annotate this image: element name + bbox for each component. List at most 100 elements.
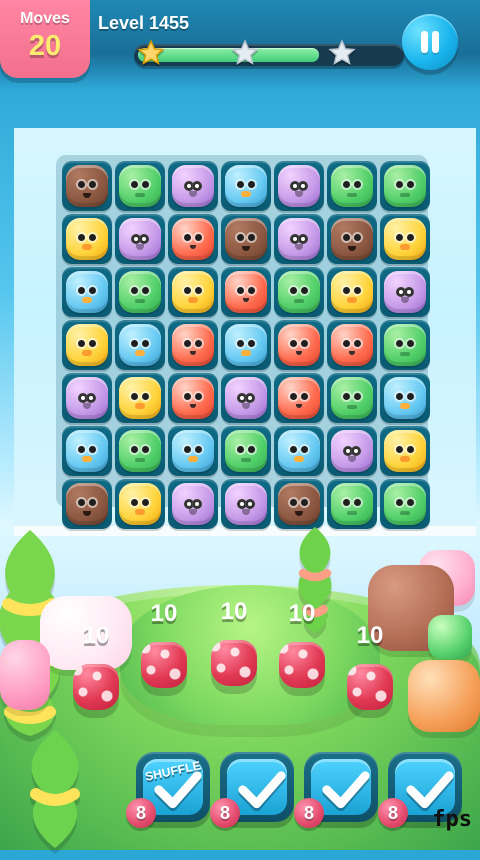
pause-button[interactable]: [402, 14, 458, 70]
goal-icon: [347, 664, 393, 710]
piece-mouth: [189, 509, 197, 515]
piece-mouth: [347, 511, 357, 515]
goal-item: 10: [276, 600, 328, 688]
piece-face: [172, 165, 214, 207]
board-cell[interactable]: [221, 214, 271, 264]
piece-face: [331, 165, 373, 207]
booster-shuffle-button[interactable]: SHUFFLE 8: [126, 752, 210, 828]
board-cell[interactable]: [221, 267, 271, 317]
board-cell[interactable]: [221, 479, 271, 529]
piece-face: [225, 483, 267, 525]
piece-face: [172, 377, 214, 419]
bird-piece-icon: [384, 377, 426, 419]
piece-eyes: [235, 446, 257, 456]
board-cell[interactable]: [62, 373, 112, 423]
board-cell[interactable]: [115, 373, 165, 423]
board-cell[interactable]: [168, 373, 218, 423]
board-cell[interactable]: [221, 320, 271, 370]
board-cell[interactable]: [380, 479, 430, 529]
board-cell[interactable]: [168, 320, 218, 370]
piece-mouth: [400, 511, 410, 515]
piece-eyes: [182, 446, 204, 456]
board-cell[interactable]: [380, 214, 430, 264]
goal-count: 10: [288, 600, 316, 627]
board-cell[interactable]: [115, 161, 165, 211]
goal-item: 10: [344, 622, 396, 710]
board-cell[interactable]: [115, 214, 165, 264]
piece-mouth: [135, 299, 145, 303]
piece-face: [384, 377, 426, 419]
board-cell[interactable]: [62, 320, 112, 370]
goal-item: 10: [208, 598, 260, 686]
board-cell[interactable]: [115, 320, 165, 370]
board-cell[interactable]: [380, 320, 430, 370]
board-cell[interactable]: [327, 320, 377, 370]
board-cell[interactable]: [327, 214, 377, 264]
owl-piece-icon: [119, 218, 161, 260]
bear-piece-icon: [278, 483, 320, 525]
frog-piece-icon: [119, 430, 161, 472]
board-cell[interactable]: [274, 214, 324, 264]
piece-eyes: [76, 181, 98, 191]
piece-face: [278, 483, 320, 525]
board-cell[interactable]: [221, 161, 271, 211]
piece-eyes: [341, 181, 363, 191]
board-cell[interactable]: [168, 426, 218, 476]
piece-eyes: [129, 446, 151, 456]
piece-face: [331, 271, 373, 313]
board-cell[interactable]: [380, 161, 430, 211]
board-cell[interactable]: [115, 426, 165, 476]
board-cell[interactable]: [274, 267, 324, 317]
owl-piece-icon: [278, 165, 320, 207]
owl-piece-icon: [225, 483, 267, 525]
board-cell[interactable]: [168, 161, 218, 211]
board-cell[interactable]: [327, 161, 377, 211]
piece-face: [225, 271, 267, 313]
piece-face: [119, 271, 161, 313]
board-cell[interactable]: [168, 479, 218, 529]
board-cell[interactable]: [380, 267, 430, 317]
piece-mouth: [347, 193, 357, 197]
board-cell[interactable]: [327, 426, 377, 476]
board-cell[interactable]: [274, 320, 324, 370]
booster-button[interactable]: 8: [294, 752, 378, 828]
board-cell[interactable]: [380, 426, 430, 476]
chick-piece-icon: [172, 271, 214, 313]
board-cell[interactable]: [168, 214, 218, 264]
board-cell[interactable]: [62, 267, 112, 317]
top-hud: Moves 20 Level 1455: [0, 0, 480, 90]
board-cell[interactable]: [115, 267, 165, 317]
board-cell[interactable]: [327, 373, 377, 423]
piece-mouth: [83, 403, 91, 409]
board-cell[interactable]: [168, 267, 218, 317]
board-cell[interactable]: [221, 426, 271, 476]
piece-eyes: [394, 181, 416, 191]
piece-eyes: [341, 287, 363, 297]
piece-mouth: [242, 509, 250, 515]
board-cell[interactable]: [327, 267, 377, 317]
piece-eyes: [129, 181, 151, 191]
piece-eyes: [394, 234, 416, 244]
piece-eyes: [341, 446, 363, 456]
goal-count: 10: [356, 622, 384, 649]
piece-face: [66, 324, 108, 366]
piece-eyes: [235, 340, 257, 350]
board-cell[interactable]: [380, 373, 430, 423]
booster-button[interactable]: 8: [210, 752, 294, 828]
board-cell[interactable]: [274, 161, 324, 211]
board-cell[interactable]: [274, 426, 324, 476]
decor-tree-bottom-left: [0, 720, 110, 860]
board-cell[interactable]: [62, 426, 112, 476]
board-cell[interactable]: [62, 161, 112, 211]
board-cell[interactable]: [221, 373, 271, 423]
piece-eyes: [76, 446, 98, 456]
board-cell[interactable]: [62, 214, 112, 264]
piece-mouth: [296, 404, 302, 408]
chick-piece-icon: [119, 483, 161, 525]
board-cell[interactable]: [115, 479, 165, 529]
goal-icon: [211, 640, 257, 686]
chick-piece-icon: [66, 218, 108, 260]
piece-mouth: [82, 297, 92, 303]
piece-mouth: [136, 244, 144, 250]
board-cell[interactable]: [274, 373, 324, 423]
